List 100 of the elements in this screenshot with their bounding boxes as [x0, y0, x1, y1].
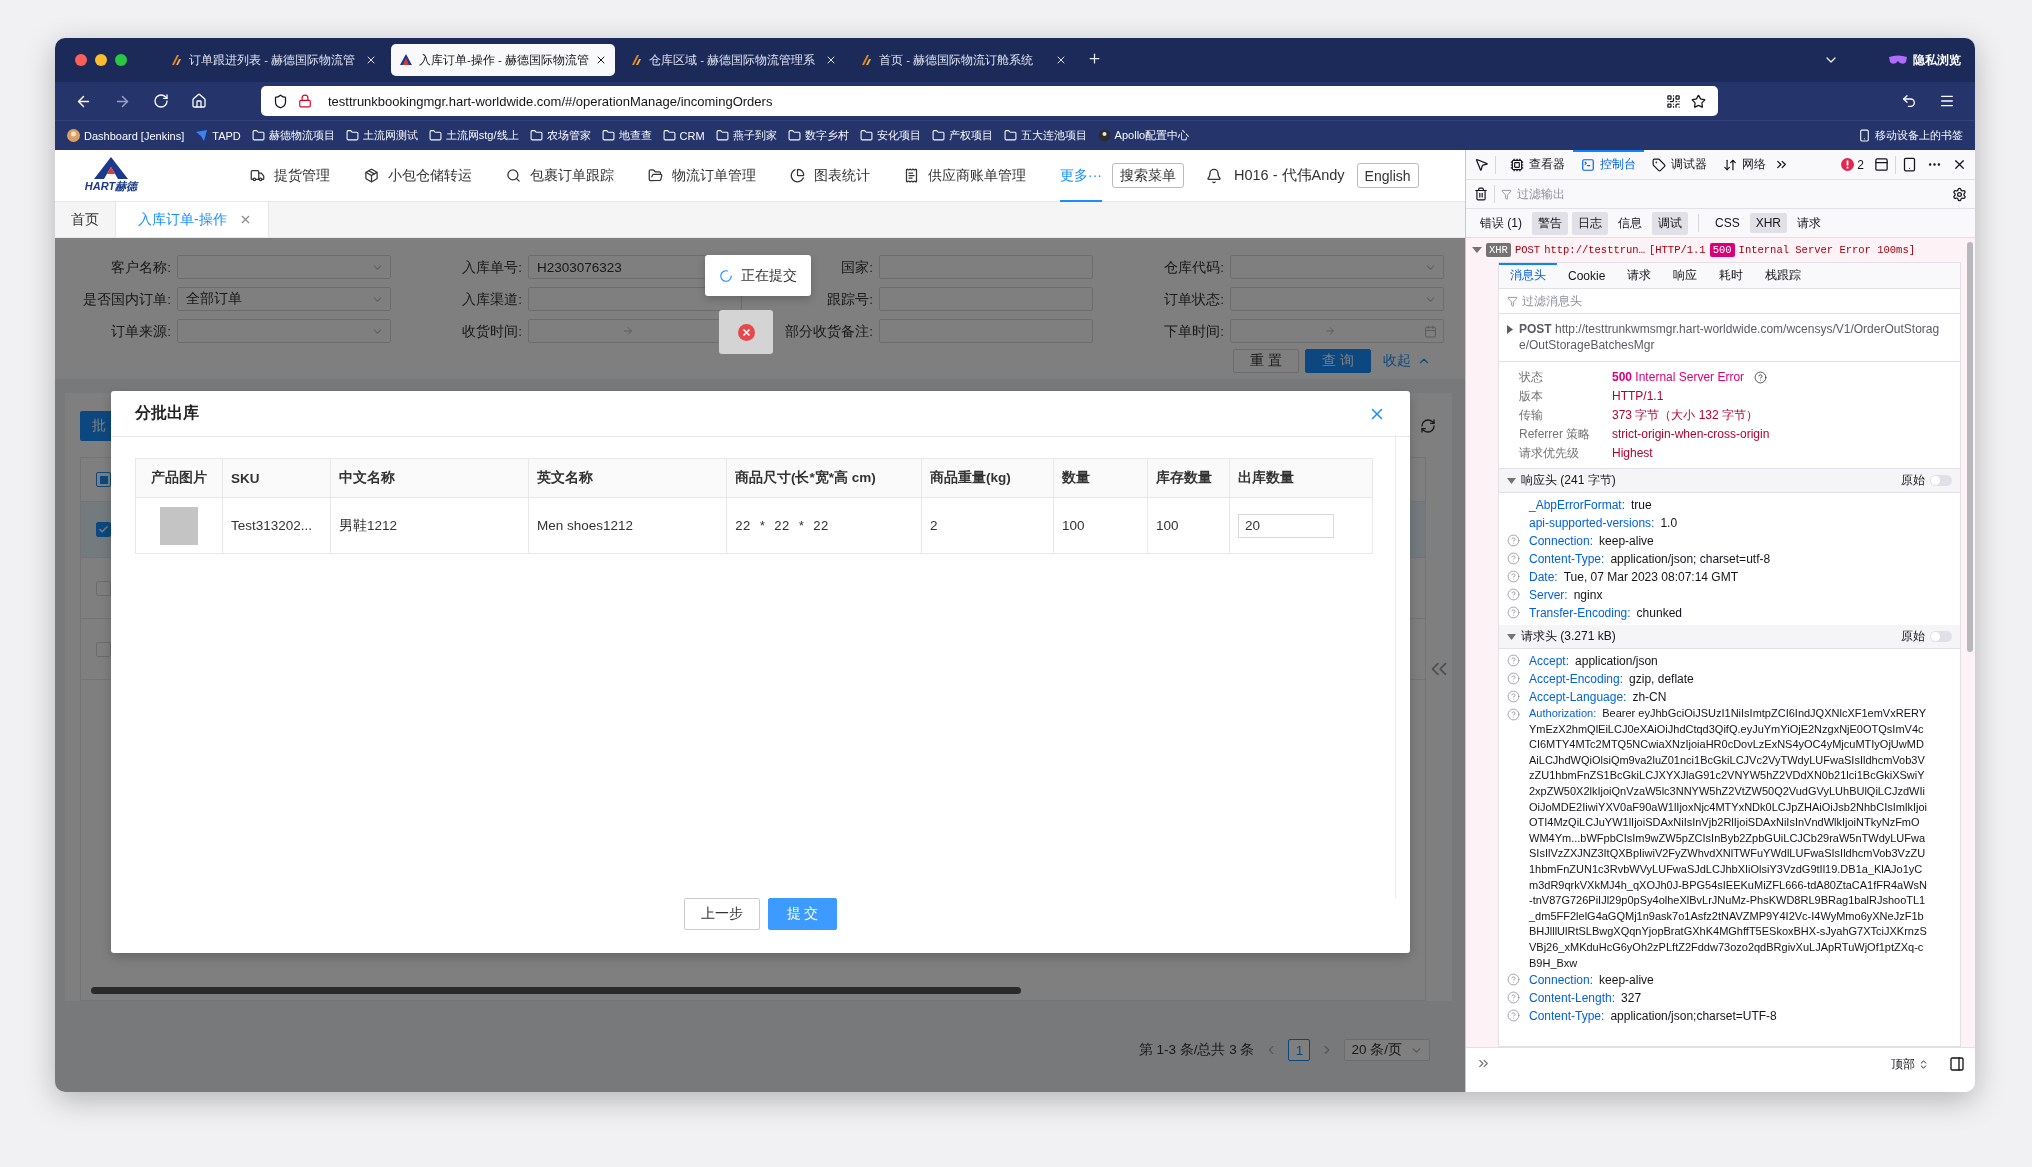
context-selector[interactable]: 顶部	[1891, 1056, 1929, 1073]
help-icon[interactable]	[1507, 570, 1520, 583]
help-icon[interactable]	[1507, 606, 1520, 619]
bookmark-item[interactable]: 安化项目	[859, 128, 921, 143]
log-level-filter[interactable]: 错误 (1)	[1474, 211, 1528, 235]
select-field[interactable]	[177, 319, 391, 343]
request-url[interactable]: http://testtrun…	[1544, 244, 1645, 256]
element-picker-icon[interactable]	[1474, 157, 1489, 172]
bell-icon[interactable]	[1206, 167, 1222, 184]
help-icon[interactable]	[1507, 672, 1520, 685]
log-level-filter[interactable]: 请求	[1791, 211, 1828, 235]
settings-icon[interactable]	[1952, 186, 1967, 202]
trash-icon[interactable]	[1474, 187, 1488, 201]
checkbox[interactable]	[96, 522, 111, 537]
select-field[interactable]: 全部订单	[177, 287, 391, 311]
expand-caret-icon[interactable]	[1507, 325, 1513, 334]
date-range-field[interactable]	[1230, 319, 1444, 343]
nav-item[interactable]: 包裹订单跟踪	[506, 149, 614, 202]
bookmark-item[interactable]: 五大连池项目	[1003, 128, 1087, 143]
close-window-button[interactable]	[75, 54, 87, 66]
qr-code-icon[interactable]	[1666, 93, 1681, 109]
bookmark-item[interactable]: 土流网测试	[345, 128, 418, 143]
help-icon[interactable]	[1507, 588, 1520, 601]
refresh-icon[interactable]	[1420, 418, 1436, 434]
bookmark-item[interactable]: 赫德物流项目	[251, 128, 335, 143]
detail-tab[interactable]: 请求	[1616, 263, 1663, 288]
raw-toggle[interactable]	[1930, 631, 1952, 642]
maximize-window-button[interactable]	[115, 54, 127, 66]
log-level-filter[interactable]: CSS	[1709, 213, 1746, 233]
help-icon[interactable]	[1507, 690, 1520, 703]
log-level-filter[interactable]: 日志	[1572, 211, 1608, 235]
devtools-tab[interactable]: 查看器	[1502, 150, 1573, 179]
scrollbar-thumb[interactable]	[1967, 242, 1973, 652]
select-field[interactable]	[177, 255, 391, 279]
select-field[interactable]	[1230, 255, 1444, 279]
bookmark-item[interactable]: 地查查	[601, 128, 652, 143]
raw-toggle[interactable]	[1930, 475, 1952, 486]
search-menu-button[interactable]: 搜索菜单	[1112, 163, 1184, 188]
bookmark-item[interactable]: 土流网stg/线上	[428, 128, 519, 143]
help-icon[interactable]	[1507, 654, 1520, 667]
address-bar[interactable]: testtrunkbookingmgr.hart-worldwide.com/#/operationManage/incomingOrders	[261, 86, 1718, 116]
select-field[interactable]	[1230, 287, 1444, 311]
log-level-filter[interactable]: 调试	[1652, 211, 1688, 235]
log-level-filter[interactable]: 警告	[1532, 211, 1568, 235]
menu-icon[interactable]	[1939, 93, 1955, 109]
help-icon[interactable]	[1507, 1009, 1520, 1023]
help-icon[interactable]	[1507, 973, 1520, 987]
new-tab-icon[interactable]	[1087, 50, 1102, 66]
input-field[interactable]	[528, 287, 742, 311]
sidebar-icon[interactable]	[1949, 1056, 1965, 1072]
nav-item[interactable]: 小包仓储转运	[364, 149, 472, 202]
scrollbar-thumb[interactable]	[91, 987, 1021, 994]
devtools-tab[interactable]: 调试器	[1644, 150, 1715, 179]
star-icon[interactable]	[1691, 93, 1706, 109]
mobile-bookmarks-item[interactable]: 移动设备上的书签	[1858, 128, 1963, 143]
browser-tab[interactable]: 仓库区域 - 赫德国际物流管理系	[621, 44, 845, 76]
close-icon[interactable]	[1952, 157, 1967, 172]
expanded-caret-icon[interactable]	[1507, 633, 1516, 640]
browser-tab[interactable]: 首页 - 赫德国际物流订舱系统	[851, 44, 1075, 76]
help-icon[interactable]	[1507, 991, 1520, 1005]
browser-tab[interactable]: 订单跟进列表 - 赫德国际物流管	[161, 44, 385, 76]
help-icon[interactable]	[1754, 370, 1768, 384]
log-level-filter[interactable]: XHR	[1749, 213, 1788, 233]
bookmark-item[interactable]: 燕子到家	[715, 128, 777, 143]
back-button[interactable]: 上一步	[683, 898, 760, 930]
nav-item[interactable]: 图表统计	[790, 149, 870, 202]
expanded-caret-icon[interactable]	[1507, 477, 1516, 484]
help-icon[interactable]	[1507, 708, 1520, 721]
minimize-window-button[interactable]	[95, 54, 107, 66]
log-level-filter[interactable]: 信息	[1612, 211, 1648, 235]
expanded-caret-icon[interactable]	[1472, 247, 1482, 253]
detail-tab[interactable]: 消息头	[1499, 263, 1557, 288]
help-icon[interactable]	[1507, 534, 1520, 547]
responsive-design-icon[interactable]	[1902, 157, 1917, 172]
checkbox[interactable]	[96, 472, 111, 487]
detail-tab[interactable]: Cookie	[1557, 263, 1617, 288]
undo-arrow-icon[interactable]	[1901, 93, 1917, 109]
section-title[interactable]: 请求头 (3.271 kB)	[1521, 628, 1616, 645]
nav-item[interactable]: 提货管理	[250, 149, 330, 202]
split-console-icon[interactable]	[1874, 157, 1889, 172]
section-title[interactable]: 响应头 (241 字节)	[1521, 472, 1616, 489]
reload-icon[interactable]	[153, 93, 169, 109]
page-size-select[interactable]: 20 条/页	[1344, 1039, 1430, 1061]
quantity-input[interactable]: 20	[1238, 513, 1334, 538]
devtools-tab[interactable]: 网络	[1715, 150, 1774, 179]
bookmark-item[interactable]: 数字乡村	[787, 128, 849, 143]
detail-tab[interactable]: 栈跟踪	[1754, 263, 1813, 288]
bookmark-item[interactable]: 农场管家	[529, 128, 591, 143]
bookmark-item[interactable]: TAPD	[195, 129, 241, 142]
reset-button[interactable]: 重 置	[1233, 349, 1300, 373]
bookmark-item[interactable]: CRM	[662, 129, 705, 142]
detail-tab[interactable]: 响应	[1662, 263, 1709, 288]
language-button[interactable]: English	[1356, 163, 1419, 188]
detail-tab[interactable]: 耗时	[1708, 263, 1755, 288]
nav-item[interactable]: 物流订单管理	[648, 149, 756, 202]
bookmark-item[interactable]: 产权项目	[931, 128, 993, 143]
bookmark-item[interactable]: Dashboard [Jenkins]	[67, 129, 185, 142]
browser-tab[interactable]: 入库订单-操作 - 赫德国际物流管	[391, 44, 615, 76]
nav-item[interactable]: 供应商账单管理	[904, 149, 1026, 202]
help-icon[interactable]	[1507, 552, 1520, 565]
